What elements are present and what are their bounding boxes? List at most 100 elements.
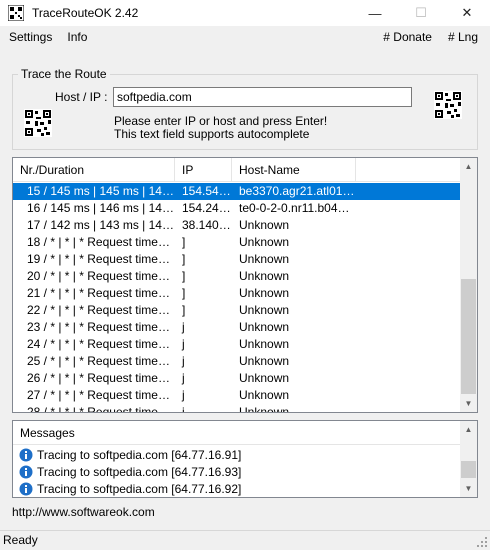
ip-cell: j — [182, 354, 185, 368]
message-text: Tracing to softpedia.com [64.77.16.91] — [37, 447, 242, 462]
table-row[interactable]: 17 / 142 ms | 143 ms | 145 ms 38.140.… Unk… — [13, 217, 462, 234]
hostname-cell: Unknown — [239, 354, 290, 368]
list-item[interactable]: Tracing to softpedia.com [64.77.16.92] — [13, 480, 462, 497]
duration-cell: 24 / * | * | * Request timed out — [27, 337, 175, 351]
ip-cell: j — [182, 320, 185, 334]
title-bar: TraceRouteOK 2.42 — ☐ ✕ — [0, 0, 490, 26]
ip-cell: ] — [182, 269, 186, 283]
hostname-cell: Unknown — [239, 320, 290, 334]
table-row[interactable]: 18 / * | * | * Request timed out] Unknown — [13, 234, 462, 251]
group-title: Trace the Route — [18, 67, 110, 81]
ip-cell: j — [182, 371, 185, 385]
ip-cell: 154.54.… — [182, 184, 232, 198]
results-header: Nr./Duration IP Host-Name — [13, 158, 462, 182]
messages-header: Messages — [13, 421, 462, 445]
duration-cell: 26 / * | * | * Request timed out — [27, 371, 175, 385]
table-row[interactable]: 21 / * | * | * Request timed out] Unknown — [13, 285, 462, 302]
table-row[interactable]: 26 / * | * | * Request timed out j Unknown — [13, 370, 462, 387]
hostname-cell: Unknown — [239, 218, 290, 232]
menu-language[interactable]: # Lng — [442, 26, 484, 48]
ip-cell: ] — [182, 235, 186, 249]
hostname-cell: Unknown — [239, 235, 290, 249]
window-title: TraceRouteOK 2.42 — [32, 6, 139, 20]
duration-cell: 25 / * | * | * Request timed out — [27, 354, 175, 368]
qr-code-icon[interactable] — [24, 109, 52, 137]
hostname-cell: Unknown — [239, 269, 290, 283]
info-icon — [19, 448, 33, 461]
duration-cell: 27 / * | * | * Request timed out — [27, 388, 175, 402]
website-link[interactable]: http://www.softwareok.com — [12, 505, 155, 519]
hostname-cell: Unknown — [239, 337, 290, 351]
scroll-up-icon[interactable]: ▲ — [460, 158, 477, 175]
minimize-button[interactable]: — — [352, 0, 398, 26]
duration-cell: 22 / * | * | * Request timed out — [27, 303, 175, 317]
table-row[interactable]: 24 / * | * | * Request timed out j Unknown — [13, 336, 462, 353]
hostname-cell: be3370.agr21.atl01.a… — [239, 184, 356, 198]
menu-info[interactable]: Info — [61, 26, 93, 48]
scroll-up-icon[interactable]: ▲ — [460, 421, 477, 438]
message-text: Tracing to softpedia.com [64.77.16.92] — [37, 481, 242, 496]
duration-cell: 20 / * | * | * Request timed out — [27, 269, 175, 283]
table-row[interactable]: 28 / * | * | * Request timed out j Unknown — [13, 404, 462, 413]
scroll-down-icon[interactable]: ▼ — [460, 395, 477, 412]
host-label: Host / IP : — [55, 90, 108, 104]
hint-text-2: This text field supports autocomplete — [114, 127, 310, 141]
ip-cell: j — [182, 405, 185, 413]
hostname-cell: Unknown — [239, 252, 290, 266]
ip-cell: ] — [182, 303, 186, 317]
host-input[interactable] — [113, 87, 412, 107]
hostname-cell: Unknown — [239, 371, 290, 385]
column-header-ip[interactable]: IP — [175, 158, 232, 182]
menu-bar: Settings Info # Donate # Lng — [0, 26, 490, 48]
messages-panel[interactable]: Messages Tracing to softpedia.com [64.77… — [12, 420, 478, 498]
duration-cell: 28 / * | * | * Request timed out — [27, 405, 175, 413]
table-row[interactable]: 22 / * | * | * Request timed out] Unknown — [13, 302, 462, 319]
results-body: 15 / 145 ms | 145 ms | 146 ms 154.54.… be3… — [13, 183, 462, 413]
scroll-thumb[interactable] — [461, 461, 476, 478]
ip-cell: 154.24.… — [182, 201, 232, 215]
ip-cell: ] — [182, 286, 186, 300]
duration-cell: 15 / 145 ms | 145 ms | 146 ms — [27, 184, 175, 198]
duration-cell: 17 / 142 ms | 143 ms | 145 ms — [27, 218, 175, 232]
column-header-duration[interactable]: Nr./Duration — [13, 158, 175, 182]
results-list[interactable]: Nr./Duration IP Host-Name 15 / 145 ms | … — [12, 157, 478, 413]
qr-code-icon[interactable] — [434, 91, 462, 119]
results-scrollbar[interactable]: ▲ ▼ — [460, 158, 477, 412]
scroll-thumb[interactable] — [461, 279, 476, 394]
messages-scrollbar[interactable]: ▲ ▼ — [460, 421, 477, 497]
maximize-button[interactable]: ☐ — [398, 0, 444, 26]
ip-cell: j — [182, 337, 185, 351]
hostname-cell: Unknown — [239, 303, 290, 317]
status-bar: Ready — [0, 530, 490, 550]
table-row[interactable]: 16 / 145 ms | 146 ms | 147 ms 154.24.… te0… — [13, 200, 462, 217]
status-text: Ready — [3, 533, 38, 547]
table-row[interactable]: 15 / 145 ms | 145 ms | 146 ms 154.54.… be3… — [13, 183, 462, 200]
close-button[interactable]: ✕ — [444, 0, 490, 26]
table-row[interactable]: 23 / * | * | * Request timed out j Unknown — [13, 319, 462, 336]
message-text: Tracing to softpedia.com [64.77.16.93] — [37, 464, 242, 479]
list-item[interactable]: Tracing to softpedia.com [64.77.16.93] — [13, 463, 462, 480]
list-item[interactable]: Tracing to softpedia.com [64.77.16.91] — [13, 446, 462, 463]
table-row[interactable]: 27 / * | * | * Request timed out j Unknown — [13, 387, 462, 404]
table-row[interactable]: 25 / * | * | * Request timed out j Unknown — [13, 353, 462, 370]
info-icon — [19, 465, 33, 478]
hint-text-1: Please enter IP or host and press Enter! — [114, 114, 328, 128]
resize-grip-icon[interactable] — [476, 536, 488, 548]
messages-body: Tracing to softpedia.com [64.77.16.91] Tr… — [13, 446, 462, 497]
duration-cell: 16 / 145 ms | 146 ms | 147 ms — [27, 201, 175, 215]
duration-cell: 19 / * | * | * Request timed out — [27, 252, 175, 266]
hostname-cell: te0-0-2-0.nr11.b0482… — [239, 201, 356, 215]
menu-donate[interactable]: # Donate — [377, 26, 438, 48]
hostname-cell: Unknown — [239, 286, 290, 300]
app-icon — [8, 5, 24, 21]
duration-cell: 23 / * | * | * Request timed out — [27, 320, 175, 334]
ip-cell: ] — [182, 252, 186, 266]
table-row[interactable]: 20 / * | * | * Request timed out] Unknown — [13, 268, 462, 285]
ip-cell: j — [182, 388, 185, 402]
menu-settings[interactable]: Settings — [3, 26, 58, 48]
hostname-cell: Unknown — [239, 405, 290, 413]
scroll-down-icon[interactable]: ▼ — [460, 480, 477, 497]
ip-cell: 38.140.… — [182, 218, 232, 232]
table-row[interactable]: 19 / * | * | * Request timed out] Unknown — [13, 251, 462, 268]
column-header-hostname[interactable]: Host-Name — [232, 158, 356, 182]
